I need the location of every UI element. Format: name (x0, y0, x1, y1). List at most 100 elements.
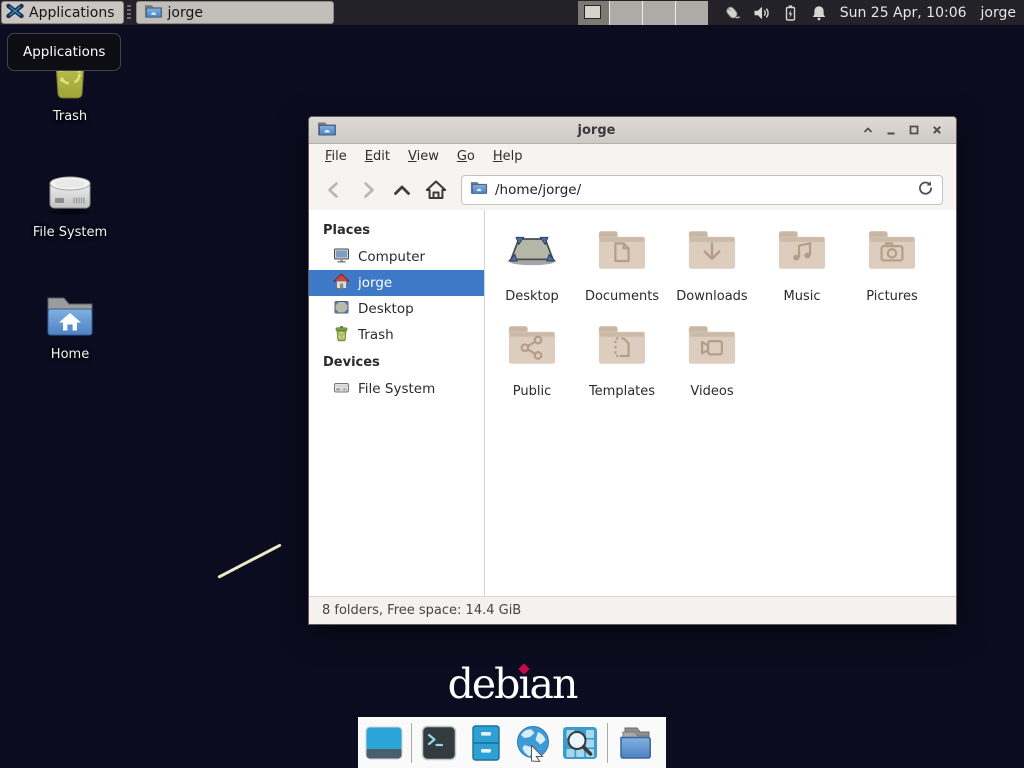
file-item-label: Music (784, 289, 821, 304)
window-titlebar[interactable]: jorge (309, 117, 956, 144)
back-button[interactable] (319, 175, 349, 205)
volume-icon[interactable] (752, 4, 770, 22)
workspace-4[interactable] (676, 1, 708, 25)
workspace-window-preview (584, 5, 601, 19)
location-bar[interactable] (461, 175, 943, 205)
window-folder-icon (317, 120, 337, 141)
sidebar-item-label: Computer (358, 249, 425, 265)
file-item-label: Pictures (866, 289, 917, 304)
directory-menu-icon[interactable] (615, 723, 655, 763)
file-item-label: Public (513, 384, 551, 399)
desktop-icon-label: File System (33, 225, 107, 240)
file-item-desktop[interactable]: Desktop (487, 226, 577, 321)
panel-separator-grip (127, 5, 131, 20)
user-home-icon (333, 273, 350, 294)
sidebar-item-file-system[interactable]: File System (309, 376, 484, 402)
menu-edit[interactable]: Edit (356, 146, 399, 167)
menubar: File Edit View Go Help (309, 144, 956, 169)
file-grid: Desktop Documents (485, 210, 956, 596)
file-item-label: Downloads (676, 289, 747, 304)
desktop-icon-file-system[interactable]: File System (18, 166, 122, 240)
menu-file[interactable]: File (316, 146, 356, 167)
toolbar (309, 169, 956, 210)
file-manager-window: jorge File Edit View Go Help (308, 116, 957, 625)
desktop-stray-line (217, 543, 281, 578)
workspace-switcher (578, 1, 708, 25)
path-folder-icon (470, 180, 488, 199)
xfce-applications-icon (6, 2, 24, 24)
shade-button[interactable] (856, 119, 879, 141)
home-button[interactable] (421, 175, 451, 205)
folder-videos-icon (685, 323, 739, 371)
file-item-public[interactable]: Public (487, 321, 577, 416)
file-item-documents[interactable]: Documents (577, 226, 667, 321)
sidebar-devices-header: Devices (309, 348, 484, 376)
file-item-templates[interactable]: Templates (577, 321, 667, 416)
folder-documents-icon (595, 228, 649, 276)
debian-logo-text: deb (448, 660, 519, 708)
workspace-1[interactable] (578, 1, 611, 25)
file-cabinet-icon[interactable] (466, 723, 506, 763)
file-item-label: Videos (690, 384, 733, 399)
file-item-pictures[interactable]: Pictures (847, 226, 937, 321)
show-desktop-icon[interactable] (364, 723, 404, 763)
dock-separator (411, 723, 412, 763)
file-item-music[interactable]: Music (757, 226, 847, 321)
top-panel: Applications jorge (0, 0, 1024, 26)
up-button[interactable] (387, 175, 417, 205)
maximize-button[interactable] (902, 119, 925, 141)
app-finder-icon[interactable] (560, 723, 600, 763)
terminal-icon[interactable] (419, 723, 459, 763)
drive-mini-icon (333, 379, 350, 400)
debian-wallpaper-logo: debıan (0, 660, 1024, 708)
taskbar-window-label: jorge (168, 5, 203, 21)
applications-tooltip: Applications (7, 33, 121, 71)
folder-pictures-icon (865, 228, 919, 276)
workspace-3[interactable] (643, 1, 676, 25)
file-item-label: Desktop (505, 289, 559, 304)
menu-go[interactable]: Go (448, 146, 484, 167)
folder-public-icon (505, 323, 559, 371)
sidebar-item-trash[interactable]: Trash (309, 322, 484, 348)
taskbar-window-button[interactable]: jorge (136, 1, 334, 24)
file-item-videos[interactable]: Videos (667, 321, 757, 416)
forward-button[interactable] (353, 175, 383, 205)
desktop-icon-label: Home (51, 347, 89, 362)
minimize-button[interactable] (879, 119, 902, 141)
sidebar-item-desktop[interactable]: Desktop (309, 296, 484, 322)
sidebar-item-label: File System (358, 381, 435, 397)
folder-templates-icon (595, 323, 649, 371)
location-input[interactable] (495, 182, 910, 198)
applications-menu-button[interactable]: Applications (1, 1, 124, 24)
close-button[interactable] (925, 119, 948, 141)
web-browser-icon[interactable] (513, 723, 553, 763)
menu-help[interactable]: Help (484, 146, 532, 167)
reload-icon[interactable] (917, 179, 934, 200)
system-tray (722, 3, 828, 22)
folder-window-icon (144, 3, 163, 23)
file-item-label: Templates (589, 384, 655, 399)
desktop-icon-home[interactable]: Home (18, 292, 122, 362)
computer-icon (333, 247, 350, 268)
menu-view[interactable]: View (399, 146, 448, 167)
notifications-bell-icon[interactable] (810, 4, 828, 22)
debian-logo-text: an (530, 660, 577, 708)
sidebar-item-computer[interactable]: Computer (309, 244, 484, 270)
file-item-downloads[interactable]: Downloads (667, 226, 757, 321)
battery-charging-icon[interactable] (781, 4, 799, 22)
mouse-icon[interactable] (722, 3, 741, 22)
username-label: jorge (981, 5, 1016, 21)
debian-logo-i: ı (518, 660, 529, 708)
applications-menu-label: Applications (29, 5, 115, 21)
desktop-icon-label: Trash (53, 109, 87, 124)
statusbar: 8 folders, Free space: 14.4 GiB (309, 596, 956, 624)
window-content: Places Computer (309, 210, 956, 596)
clock[interactable]: Sun 25 Apr, 10:06 (840, 5, 967, 21)
sidebar: Places Computer (309, 210, 485, 596)
sidebar-item-jorge[interactable]: jorge (309, 270, 484, 296)
desktop-special-icon (505, 228, 559, 276)
workspace-2[interactable] (610, 1, 643, 25)
sidebar-places-header: Places (309, 216, 484, 244)
home-folder-icon (44, 292, 96, 344)
window-title: jorge (337, 123, 856, 138)
